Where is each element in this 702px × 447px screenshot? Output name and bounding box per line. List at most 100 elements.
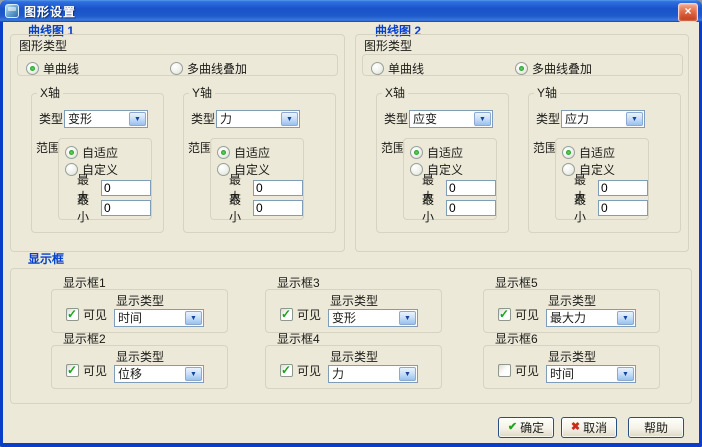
radio-icon[interactable] [515, 62, 528, 75]
range-box: 自适应 自定义 最大 最小 [210, 138, 304, 220]
dropdown-arrow-icon[interactable]: ▼ [617, 367, 634, 381]
graph-type-label: 图形类型 [364, 40, 412, 53]
help-button[interactable]: 帮助 [628, 417, 684, 438]
visible-checkbox[interactable]: 可见 [66, 306, 107, 323]
checkbox-icon[interactable] [280, 364, 293, 377]
x-type-dropdown[interactable]: 应变 ▼ [409, 110, 493, 128]
adaptive-radio[interactable]: 自适应 [65, 144, 151, 160]
dropdown-arrow-icon[interactable]: ▼ [626, 112, 643, 126]
y-type-dropdown[interactable]: 力 ▼ [216, 110, 300, 128]
visible-checkbox[interactable]: 可见 [280, 362, 321, 379]
ok-label: 确定 [520, 419, 544, 436]
ok-button[interactable]: ✔ 确定 [498, 417, 554, 438]
dropdown-arrow-icon[interactable]: ▼ [617, 311, 634, 325]
radio-icon[interactable] [410, 163, 423, 176]
dropdown-arrow-icon[interactable]: ▼ [185, 311, 202, 325]
display-type-dropdown[interactable]: 时间 ▼ [114, 309, 204, 327]
min-label: 最小 [422, 191, 442, 225]
x-type-dropdown[interactable]: 变形 ▼ [64, 110, 148, 128]
radio-icon[interactable] [65, 146, 78, 159]
y-axis-legend: Y轴 [189, 86, 215, 100]
y-type-dropdown[interactable]: 应力 ▼ [561, 110, 645, 128]
adaptive-radio[interactable]: 自适应 [410, 144, 496, 160]
check-icon: ✔ [508, 422, 517, 433]
type-label: 类型 [384, 113, 408, 126]
display-type-dropdown[interactable]: 变形 ▼ [328, 309, 418, 327]
range-box: 自适应 自定义 最大 最小 [58, 138, 152, 220]
dropdown-arrow-icon[interactable]: ▼ [129, 112, 146, 126]
visible-checkbox[interactable]: 可见 [498, 362, 539, 379]
dropdown-value: 力 [217, 111, 280, 127]
radio-icon[interactable] [65, 163, 78, 176]
chart1-group: 图形类型 单曲线 多曲线叠加 X轴 类型 变形 ▼ 范围 [10, 34, 345, 252]
display-box-3: 可见 显示类型 变形 ▼ [265, 289, 442, 333]
display-type-dropdown[interactable]: 最大力 ▼ [546, 309, 636, 327]
radio-icon[interactable] [371, 62, 384, 75]
app-icon [5, 4, 19, 18]
adaptive-radio[interactable]: 自适应 [217, 144, 303, 160]
min-input[interactable] [446, 200, 496, 216]
help-label: 帮助 [644, 419, 668, 436]
max-input[interactable] [598, 180, 648, 196]
visible-label: 可见 [83, 306, 107, 323]
min-input[interactable] [253, 200, 303, 216]
radio-icon[interactable] [217, 163, 230, 176]
dropdown-value: 位移 [115, 366, 184, 382]
dropdown-arrow-icon[interactable]: ▼ [185, 367, 202, 381]
visible-checkbox[interactable]: 可见 [498, 306, 539, 323]
adaptive-radio[interactable]: 自适应 [562, 144, 648, 160]
range-label: 范围 [533, 142, 557, 155]
multi-curve-radio[interactable]: 多曲线叠加 [170, 60, 247, 77]
dropdown-arrow-icon[interactable]: ▼ [399, 367, 416, 381]
radio-icon[interactable] [562, 163, 575, 176]
dropdown-value: 应力 [562, 111, 625, 127]
range-label: 范围 [381, 142, 405, 155]
min-input[interactable] [101, 200, 151, 216]
single-curve-radio[interactable]: 单曲线 [26, 60, 79, 77]
display-type-dropdown[interactable]: 力 ▼ [328, 365, 418, 383]
multi-curve-radio[interactable]: 多曲线叠加 [515, 60, 592, 77]
x-axis-legend: X轴 [37, 86, 63, 100]
checkbox-icon[interactable] [66, 364, 79, 377]
adaptive-label: 自适应 [427, 144, 463, 161]
dropdown-value: 变形 [65, 111, 128, 127]
radio-icon[interactable] [26, 62, 39, 75]
max-input[interactable] [101, 180, 151, 196]
dropdown-arrow-icon[interactable]: ▼ [399, 311, 416, 325]
dropdown-arrow-icon[interactable]: ▼ [281, 112, 298, 126]
dialog-body: 曲线图 1 图形类型 单曲线 多曲线叠加 X轴 类型 变形 ▼ [3, 22, 699, 443]
dropdown-arrow-icon[interactable]: ▼ [474, 112, 491, 126]
checkbox-icon[interactable] [66, 308, 79, 321]
visible-label: 可见 [297, 306, 321, 323]
close-button[interactable]: × [678, 3, 698, 22]
radio-icon[interactable] [562, 146, 575, 159]
type-label: 类型 [536, 113, 560, 126]
max-input[interactable] [446, 180, 496, 196]
radio-icon[interactable] [170, 62, 183, 75]
max-input[interactable] [253, 180, 303, 196]
x-axis-group: X轴 类型 应变 ▼ 范围 自适应 自定义 [376, 93, 509, 233]
display-type-label: 显示类型 [116, 351, 164, 364]
checkbox-icon[interactable] [498, 308, 511, 321]
titlebar[interactable]: 图形设置 × [0, 0, 702, 22]
radio-icon[interactable] [410, 146, 423, 159]
visible-checkbox[interactable]: 可见 [280, 306, 321, 323]
cancel-button[interactable]: ✖ 取消 [561, 417, 617, 438]
visible-label: 可见 [83, 362, 107, 379]
checkbox-icon[interactable] [498, 364, 511, 377]
min-input[interactable] [598, 200, 648, 216]
display-type-dropdown[interactable]: 时间 ▼ [546, 365, 636, 383]
single-curve-radio[interactable]: 单曲线 [371, 60, 424, 77]
graph-type-box: 单曲线 多曲线叠加 [17, 54, 338, 76]
min-label: 最小 [574, 191, 594, 225]
min-label: 最小 [77, 191, 97, 225]
type-label: 类型 [39, 113, 63, 126]
multi-curve-label: 多曲线叠加 [187, 60, 247, 77]
radio-icon[interactable] [217, 146, 230, 159]
display-group: 显示框1 可见 显示类型 时间 ▼ 显示框2 可见 显示类型 [10, 268, 692, 404]
visible-checkbox[interactable]: 可见 [66, 362, 107, 379]
checkbox-icon[interactable] [280, 308, 293, 321]
display-type-dropdown[interactable]: 位移 ▼ [114, 365, 204, 383]
display-type-label: 显示类型 [548, 295, 596, 308]
visible-label: 可见 [515, 306, 539, 323]
